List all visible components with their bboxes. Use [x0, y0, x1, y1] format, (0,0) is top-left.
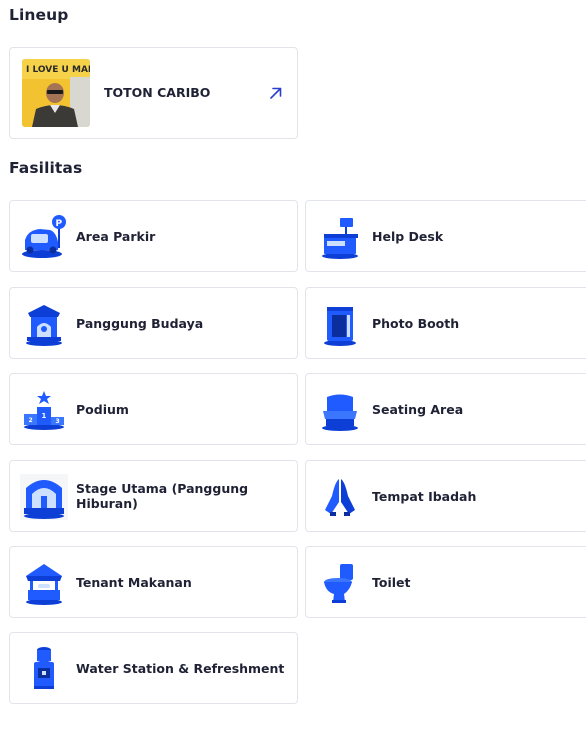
artist-name: TOTON CARIBO: [104, 85, 211, 100]
help-desk-icon: [322, 218, 358, 259]
thumb-text: I LOVE U MAMA: [26, 65, 90, 75]
parking-icon: P: [22, 215, 66, 258]
facility-label: Panggung Budaya: [76, 315, 204, 331]
facility-label: Photo Booth: [372, 315, 460, 331]
facility-label: Toilet: [372, 574, 411, 590]
svg-text:1: 1: [42, 412, 47, 420]
facility-water-station[interactable]: Water Station & Refreshment: [9, 632, 298, 704]
prayer-icon: [325, 479, 355, 516]
facility-label: Tenant Makanan: [76, 574, 192, 590]
svg-text:2: 2: [29, 417, 33, 424]
facility-label: Stage Utama (Panggung Hiburan): [76, 481, 249, 511]
facility-label: Podium: [76, 401, 129, 417]
podium-icon: 1 2 3: [24, 391, 64, 430]
facility-area-parkir[interactable]: P Area Parkir: [9, 200, 298, 272]
facility-label: Tempat Ibadah: [372, 488, 477, 504]
facility-tempat-ibadah[interactable]: Tempat Ibadah: [305, 460, 586, 532]
facility-tenant-makanan[interactable]: Tenant Makanan: [9, 546, 298, 618]
cultural-stage-icon: [26, 305, 62, 346]
food-tenant-icon: [26, 564, 62, 605]
facility-photo-booth[interactable]: Photo Booth: [305, 287, 586, 359]
facility-panggung-budaya[interactable]: Panggung Budaya: [9, 287, 298, 359]
artist-photo: I LOVE U MAMA: [22, 59, 90, 127]
facility-help-desk[interactable]: Help Desk: [305, 200, 586, 272]
toilet-icon: [324, 564, 353, 603]
main-stage-icon: [20, 474, 68, 520]
facility-label: Area Parkir: [76, 228, 156, 244]
facility-seating-area[interactable]: Seating Area: [305, 373, 586, 445]
facility-stage-utama[interactable]: Stage Utama (Panggung Hiburan): [9, 460, 298, 532]
facility-label: Seating Area: [372, 401, 464, 417]
lineup-heading: Lineup: [9, 6, 69, 24]
facility-toilet[interactable]: Toilet: [305, 546, 586, 618]
facility-label: Help Desk: [372, 228, 444, 244]
svg-text:3: 3: [56, 418, 60, 425]
lineup-card-toton-caribo[interactable]: I LOVE U MAMA TOTON CARIBO: [9, 47, 298, 139]
water-station-icon: [34, 647, 54, 689]
external-link-arrow-icon[interactable]: [268, 85, 284, 101]
seating-icon: [322, 394, 358, 431]
fasilitas-heading: Fasilitas: [9, 159, 83, 177]
svg-text:P: P: [56, 219, 63, 229]
photo-booth-icon: [324, 307, 356, 346]
facility-label: Water Station & Refreshment: [76, 660, 285, 676]
facility-podium[interactable]: 1 2 3 Podium: [9, 373, 298, 445]
